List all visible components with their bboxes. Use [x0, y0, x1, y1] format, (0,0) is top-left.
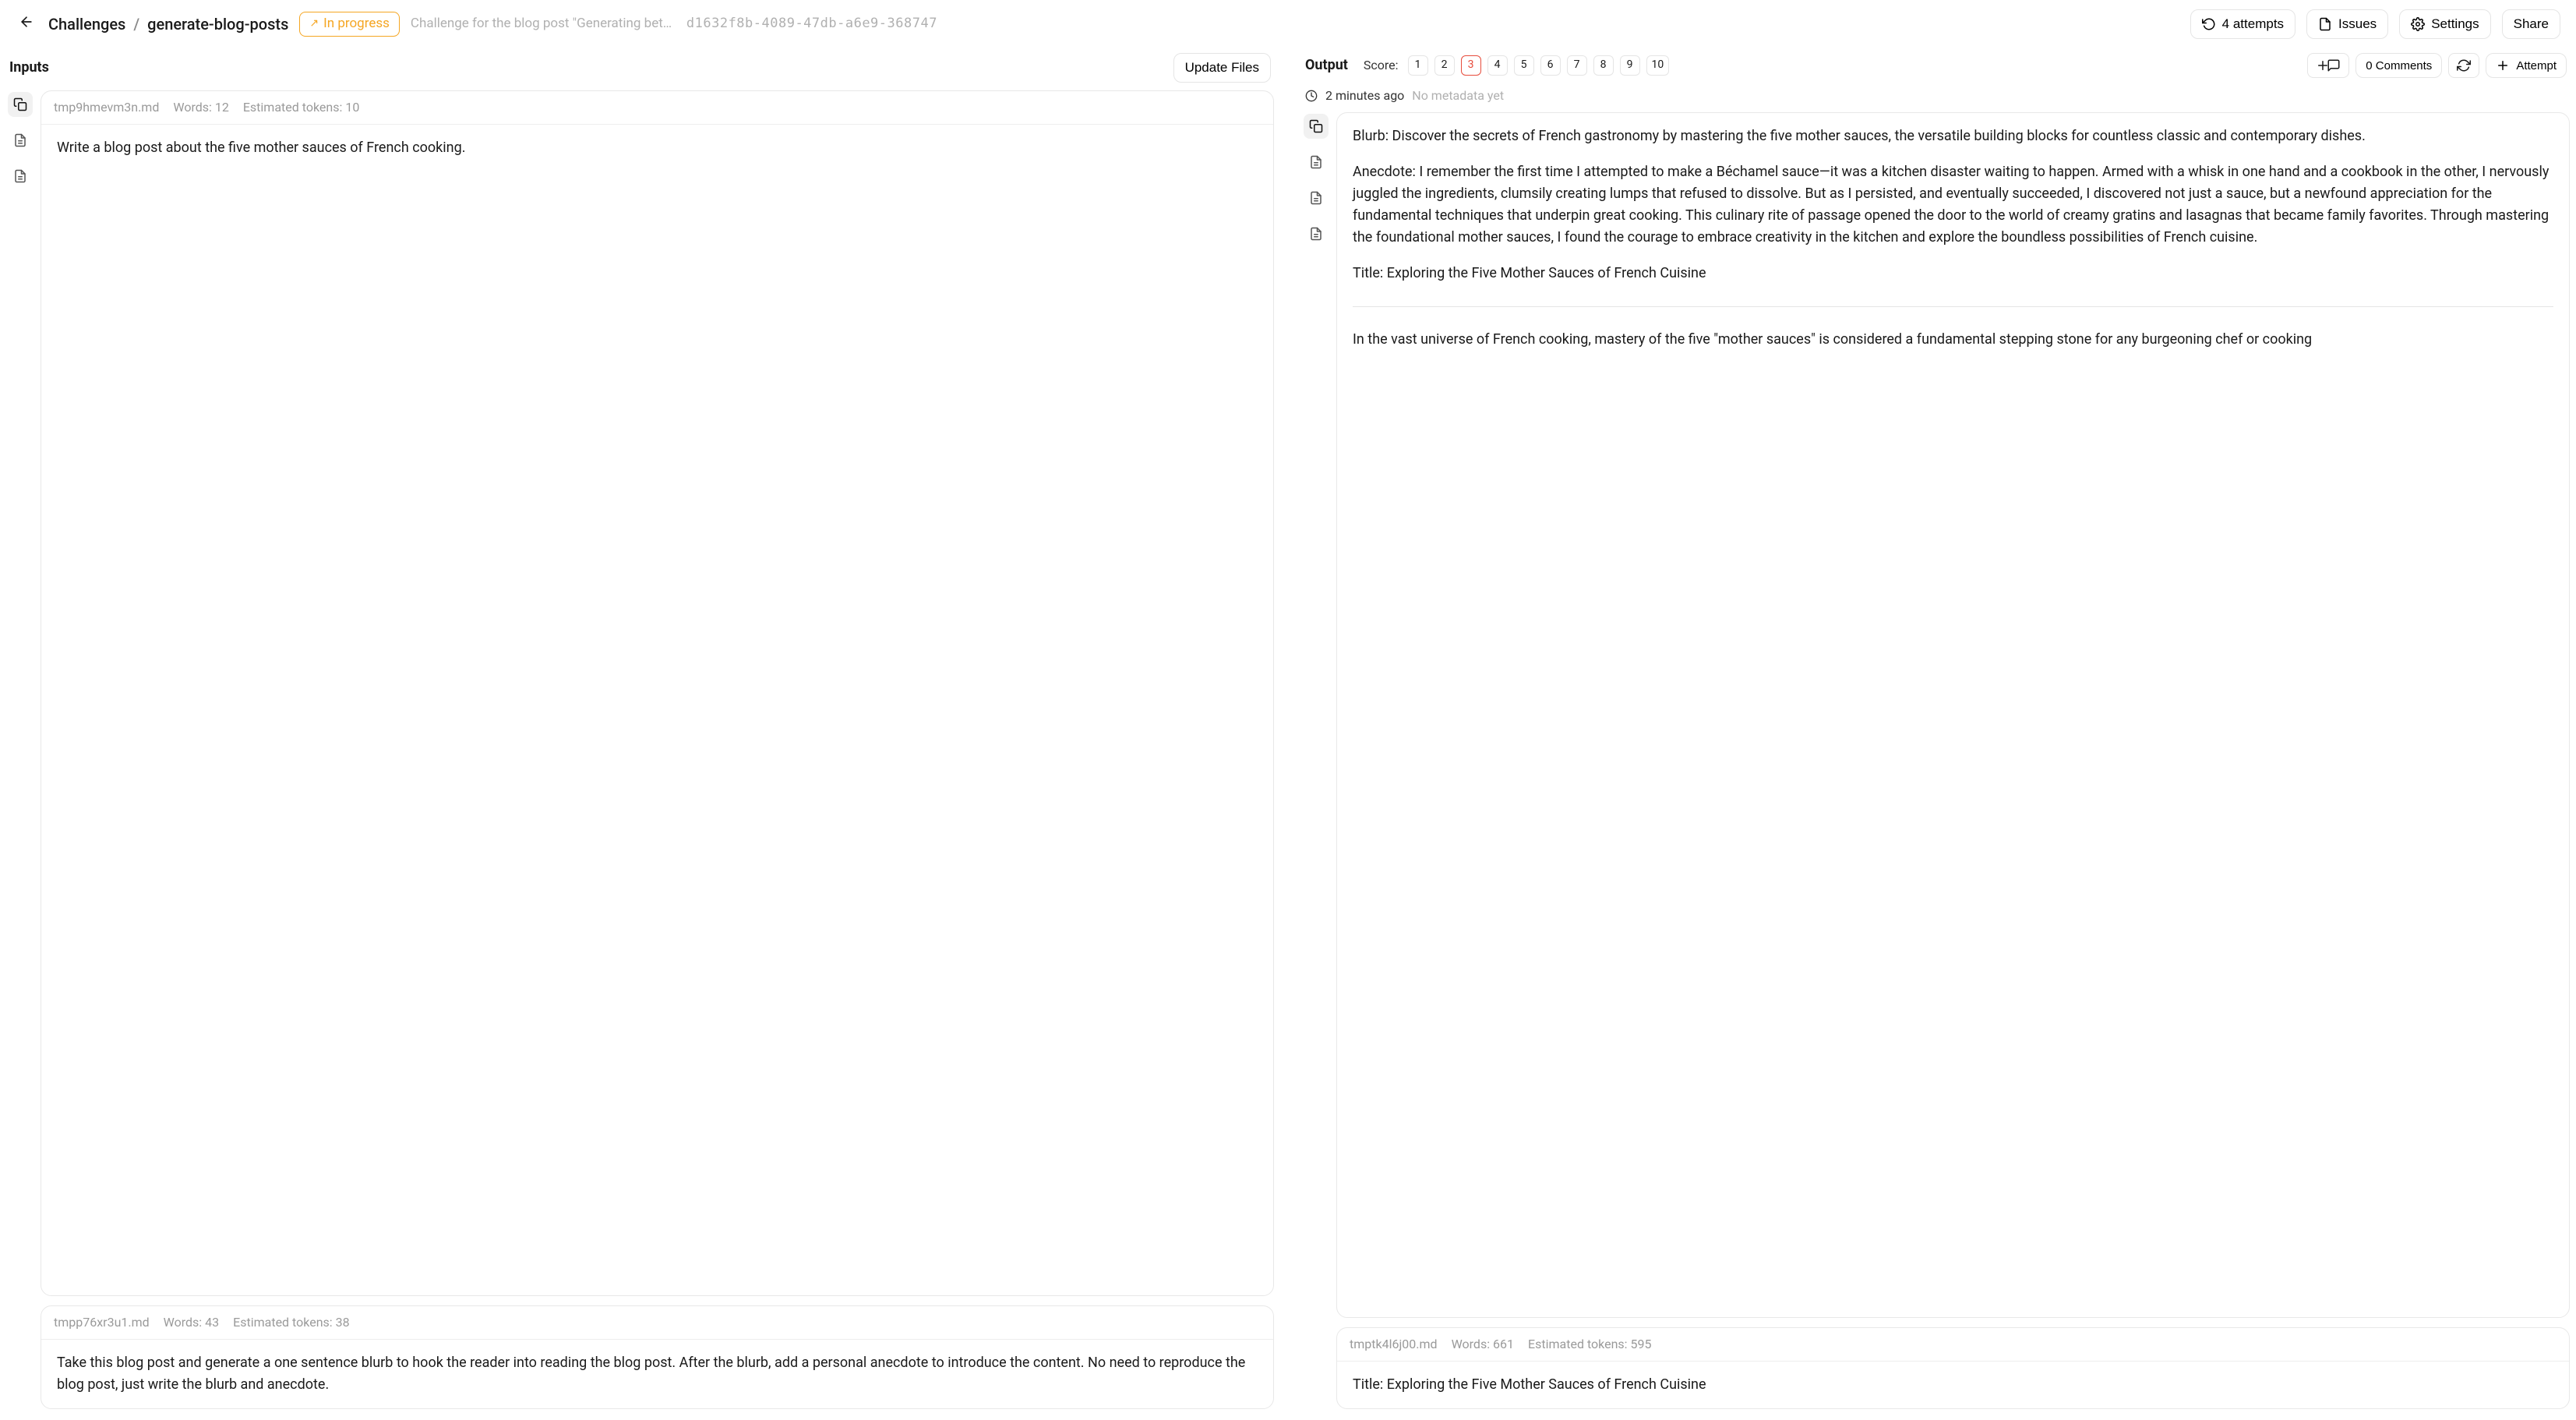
title-text: Exploring the Five Mother Sauces of Fren… [1387, 1376, 1706, 1393]
issues-button[interactable]: Issues [2306, 9, 2388, 39]
score-label: Score: [1364, 57, 1399, 74]
copy-icon[interactable] [1304, 114, 1329, 139]
share-button-label: Share [2514, 16, 2549, 32]
score-option-5[interactable]: 5 [1514, 55, 1534, 76]
score-option-2[interactable]: 2 [1434, 55, 1455, 76]
input-filename: tmpp76xr3u1.md [54, 1314, 150, 1331]
score-option-4[interactable]: 4 [1487, 55, 1508, 76]
score-option-1[interactable]: 1 [1408, 55, 1428, 76]
title-label: Title: [1353, 1376, 1387, 1393]
share-button[interactable]: Share [2502, 9, 2560, 39]
settings-button[interactable]: Settings [2399, 9, 2490, 39]
score-option-9[interactable]: 9 [1620, 55, 1640, 76]
attempt-button-label: Attempt [2516, 59, 2557, 72]
score-option-7[interactable]: 7 [1567, 55, 1587, 76]
comments-button[interactable]: 0 Comments [2355, 53, 2442, 78]
input-token-count: Estimated tokens: 10 [243, 99, 359, 116]
attempts-button[interactable]: 4 attempts [2190, 9, 2295, 39]
output-word-count: Words: 661 [1452, 1336, 1514, 1353]
attempt-button[interactable]: Attempt [2486, 53, 2567, 78]
input-card: tmpp76xr3u1.md Words: 43 Estimated token… [41, 1305, 1274, 1409]
divider [1353, 306, 2553, 307]
blurb-label: Blurb: [1353, 128, 1392, 144]
input-word-count: Words: 12 [173, 99, 228, 116]
output-main-card: Blurb: Discover the secrets of French ga… [1336, 112, 2570, 1317]
blurb-text: Discover the secrets of French gastronom… [1392, 128, 2366, 144]
issues-button-label: Issues [2338, 16, 2377, 32]
clock-icon [1305, 90, 1318, 102]
score-option-10[interactable]: 10 [1646, 55, 1670, 76]
output-title: Output [1305, 55, 1348, 75]
status-badge[interactable]: ↗ In progress [299, 12, 400, 37]
score-option-3[interactable]: 3 [1461, 55, 1481, 76]
inputs-title: Inputs [9, 58, 49, 77]
output-secondary-card: tmptk4l6j00.md Words: 661 Estimated toke… [1336, 1327, 2570, 1409]
input-word-count: Words: 43 [164, 1314, 219, 1331]
breadcrumb-root[interactable]: Challenges [48, 13, 125, 35]
score-selector: 123456789 10 [1408, 55, 1670, 76]
breadcrumb-separator: / [133, 13, 139, 35]
input-body: Take this blog post and generate a one s… [41, 1340, 1273, 1408]
attempts-button-label: 4 attempts [2222, 16, 2284, 32]
breadcrumb: Challenges / generate-blog-posts [48, 13, 288, 35]
input-body: Write a blog post about the five mother … [41, 125, 1273, 171]
file-icon[interactable] [1304, 185, 1329, 210]
anecdote-text: I remember the first time I attempted to… [1353, 164, 2549, 245]
score-option-8[interactable]: 8 [1593, 55, 1614, 76]
input-filename: tmp9hmevm3n.md [54, 99, 159, 116]
update-files-button[interactable]: Update Files [1173, 53, 1271, 83]
file-icon[interactable] [8, 164, 33, 189]
output-pane: Output Score: 123456789 10 0 Comments Att… [1288, 48, 2570, 1409]
challenge-id: d1632f8b-4089-47db-a6e9-368747 [686, 15, 937, 34]
intro-paragraph: In the vast universe of French cooking, … [1353, 329, 2553, 351]
add-comment-button[interactable] [2307, 53, 2349, 78]
refresh-button[interactable] [2448, 53, 2479, 78]
inputs-pane: Inputs Update Files tmp9hmevm3n.md [6, 48, 1288, 1409]
score-option-6[interactable]: 6 [1540, 55, 1561, 76]
input-card: tmp9hmevm3n.md Words: 12 Estimated token… [41, 90, 1274, 1296]
status-label: In progress [323, 15, 390, 34]
output-side-icons [1302, 112, 1330, 1409]
file-icon[interactable] [8, 128, 33, 153]
back-arrow-icon[interactable] [16, 10, 37, 38]
file-icon[interactable] [1304, 221, 1329, 246]
output-metadata: No metadata yet [1412, 87, 1504, 104]
header-bar: Challenges / generate-blog-posts ↗ In pr… [0, 0, 2576, 48]
copy-icon[interactable] [8, 92, 33, 117]
anecdote-label: Anecdote: [1353, 164, 1419, 180]
input-token-count: Estimated tokens: 38 [233, 1314, 349, 1331]
output-filename: tmptk4l6j00.md [1350, 1336, 1438, 1353]
output-token-count: Estimated tokens: 595 [1528, 1336, 1651, 1353]
external-link-icon: ↗ [309, 16, 319, 32]
challenge-description: Challenge for the blog post "Generating … [411, 15, 676, 34]
gear-icon [2411, 17, 2425, 31]
title-text: Exploring the Five Mother Sauces of Fren… [1387, 265, 1706, 281]
inputs-side-icons [6, 90, 34, 1409]
output-timestamp: 2 minutes ago [1325, 87, 1404, 104]
file-icon[interactable] [1304, 150, 1329, 175]
breadcrumb-leaf[interactable]: generate-blog-posts [147, 13, 288, 35]
settings-button-label: Settings [2431, 16, 2479, 32]
title-label: Title: [1353, 265, 1387, 281]
